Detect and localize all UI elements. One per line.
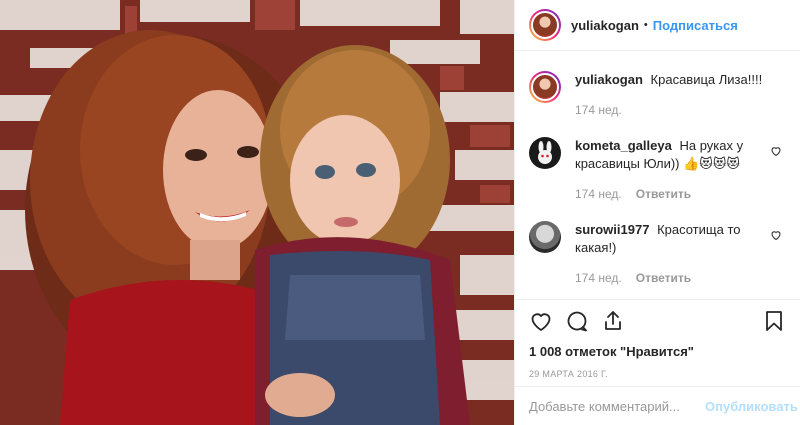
comment-like-heart-icon[interactable] — [770, 145, 782, 157]
post-header: yuliakogan • Подписаться — [515, 0, 800, 51]
action-icons — [529, 308, 786, 334]
bookmark-icon[interactable] — [762, 309, 786, 333]
comment-text: Красавица Лиза!!!! — [650, 72, 763, 87]
comment-item: surowii1977 Красотища то какая!) 174 нед… — [529, 221, 786, 287]
rabbit-icon — [538, 141, 552, 164]
comment-icon[interactable] — [565, 309, 589, 333]
comment-composer: Опубликовать — [515, 386, 800, 425]
comment-avatar[interactable] — [529, 71, 561, 103]
header-separator: • — [643, 19, 648, 31]
heart-icon[interactable] — [529, 309, 553, 333]
comment-like-heart-icon[interactable] — [770, 229, 782, 241]
comment-avatar[interactable] — [529, 137, 561, 169]
comments-list[interactable]: yuliakogan Красавица Лиза!!!! 174 нед. k… — [515, 51, 800, 299]
comment-time[interactable]: 174 нед. — [575, 269, 622, 287]
comment-username[interactable]: yuliakogan — [575, 72, 643, 87]
comment-username[interactable]: surowii1977 — [575, 222, 649, 237]
photo-illustration — [0, 0, 514, 425]
post-side-panel: yuliakogan • Подписаться yuliakogan Крас… — [514, 0, 800, 425]
comment-time[interactable]: 174 нед. — [575, 101, 622, 119]
publish-button[interactable]: Опубликовать — [705, 399, 798, 414]
post-actions: 1 008 отметок "Нравится" 29 МАРТА 2016 Г… — [515, 299, 800, 379]
author-avatar[interactable] — [529, 9, 561, 41]
comment-item: kometa_galleya На руках у красавицы Юли)… — [529, 137, 786, 203]
reply-button[interactable]: Ответить — [636, 269, 691, 287]
author-username[interactable]: yuliakogan — [571, 18, 639, 33]
follow-button[interactable]: Подписаться — [653, 18, 738, 33]
comment-avatar[interactable] — [529, 221, 561, 253]
reply-button[interactable]: Ответить — [636, 185, 691, 203]
post-photo[interactable] — [0, 0, 514, 425]
share-icon[interactable] — [601, 309, 625, 333]
post-date[interactable]: 29 МАРТА 2016 Г. — [529, 369, 786, 379]
comment-username[interactable]: kometa_galleya — [575, 138, 672, 153]
comment-time[interactable]: 174 нед. — [575, 185, 622, 203]
likes-count[interactable]: 1 008 отметок "Нравится" — [529, 344, 786, 359]
comment-item: yuliakogan Красавица Лиза!!!! 174 нед. — [529, 71, 786, 119]
comment-input[interactable] — [529, 398, 705, 414]
